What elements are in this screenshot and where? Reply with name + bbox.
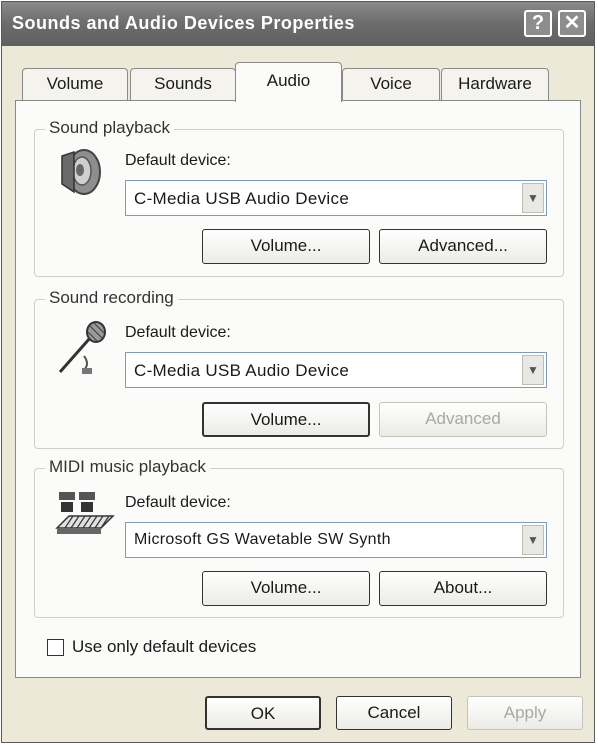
- use-default-devices-label[interactable]: Use only default devices: [72, 637, 256, 657]
- group-title: Sound recording: [45, 288, 178, 308]
- playback-device-select[interactable]: C-Media USB Audio Device ▼: [125, 180, 547, 216]
- microphone-icon: [58, 321, 106, 374]
- group-title: MIDI music playback: [45, 457, 210, 477]
- apply-button: Apply: [467, 696, 583, 730]
- midi-volume-button[interactable]: Volume...: [202, 571, 370, 606]
- recording-device-select[interactable]: C-Media USB Audio Device ▼: [125, 352, 547, 388]
- speaker-icon: [61, 149, 101, 195]
- recording-device-label: Default device:: [125, 324, 231, 341]
- tab-hardware[interactable]: Hardware: [441, 68, 549, 100]
- use-default-devices-checkbox[interactable]: [47, 639, 64, 656]
- midi-about-button[interactable]: About...: [379, 571, 547, 606]
- ok-button[interactable]: OK: [205, 696, 321, 730]
- group-title: Sound playback: [45, 118, 174, 138]
- recording-volume-button[interactable]: Volume...: [202, 402, 370, 437]
- midi-device-label: Default device:: [125, 494, 231, 511]
- midi-device-value: Microsoft GS Wavetable SW Synth: [134, 531, 391, 548]
- playback-advanced-button[interactable]: Advanced...: [379, 229, 547, 264]
- dialog-window: Sounds and Audio Devices Properties ? ✕ …: [1, 1, 595, 743]
- help-button[interactable]: ?: [524, 10, 552, 37]
- playback-device-value: C-Media USB Audio Device: [134, 189, 350, 208]
- recording-device-value: C-Media USB Audio Device: [134, 361, 350, 380]
- tab-sounds[interactable]: Sounds: [130, 68, 236, 100]
- midi-keyboard-icon: [55, 492, 115, 534]
- window-title: Sounds and Audio Devices Properties: [12, 13, 355, 33]
- playback-device-label: Default device:: [125, 152, 231, 169]
- chevron-down-icon[interactable]: ▼: [522, 525, 544, 555]
- recording-advanced-button: Advanced: [379, 402, 547, 437]
- close-button[interactable]: ✕: [558, 10, 586, 37]
- tab-audio[interactable]: Audio: [235, 62, 342, 102]
- midi-device-select[interactable]: Microsoft GS Wavetable SW Synth ▼: [125, 522, 547, 558]
- tab-voice[interactable]: Voice: [342, 68, 440, 100]
- chevron-down-icon[interactable]: ▼: [522, 355, 544, 385]
- playback-volume-button[interactable]: Volume...: [202, 229, 370, 264]
- title-bar[interactable]: Sounds and Audio Devices Properties ? ✕: [2, 2, 594, 46]
- chevron-down-icon[interactable]: ▼: [522, 183, 544, 213]
- tab-volume[interactable]: Volume: [22, 68, 128, 100]
- cancel-button[interactable]: Cancel: [336, 696, 452, 730]
